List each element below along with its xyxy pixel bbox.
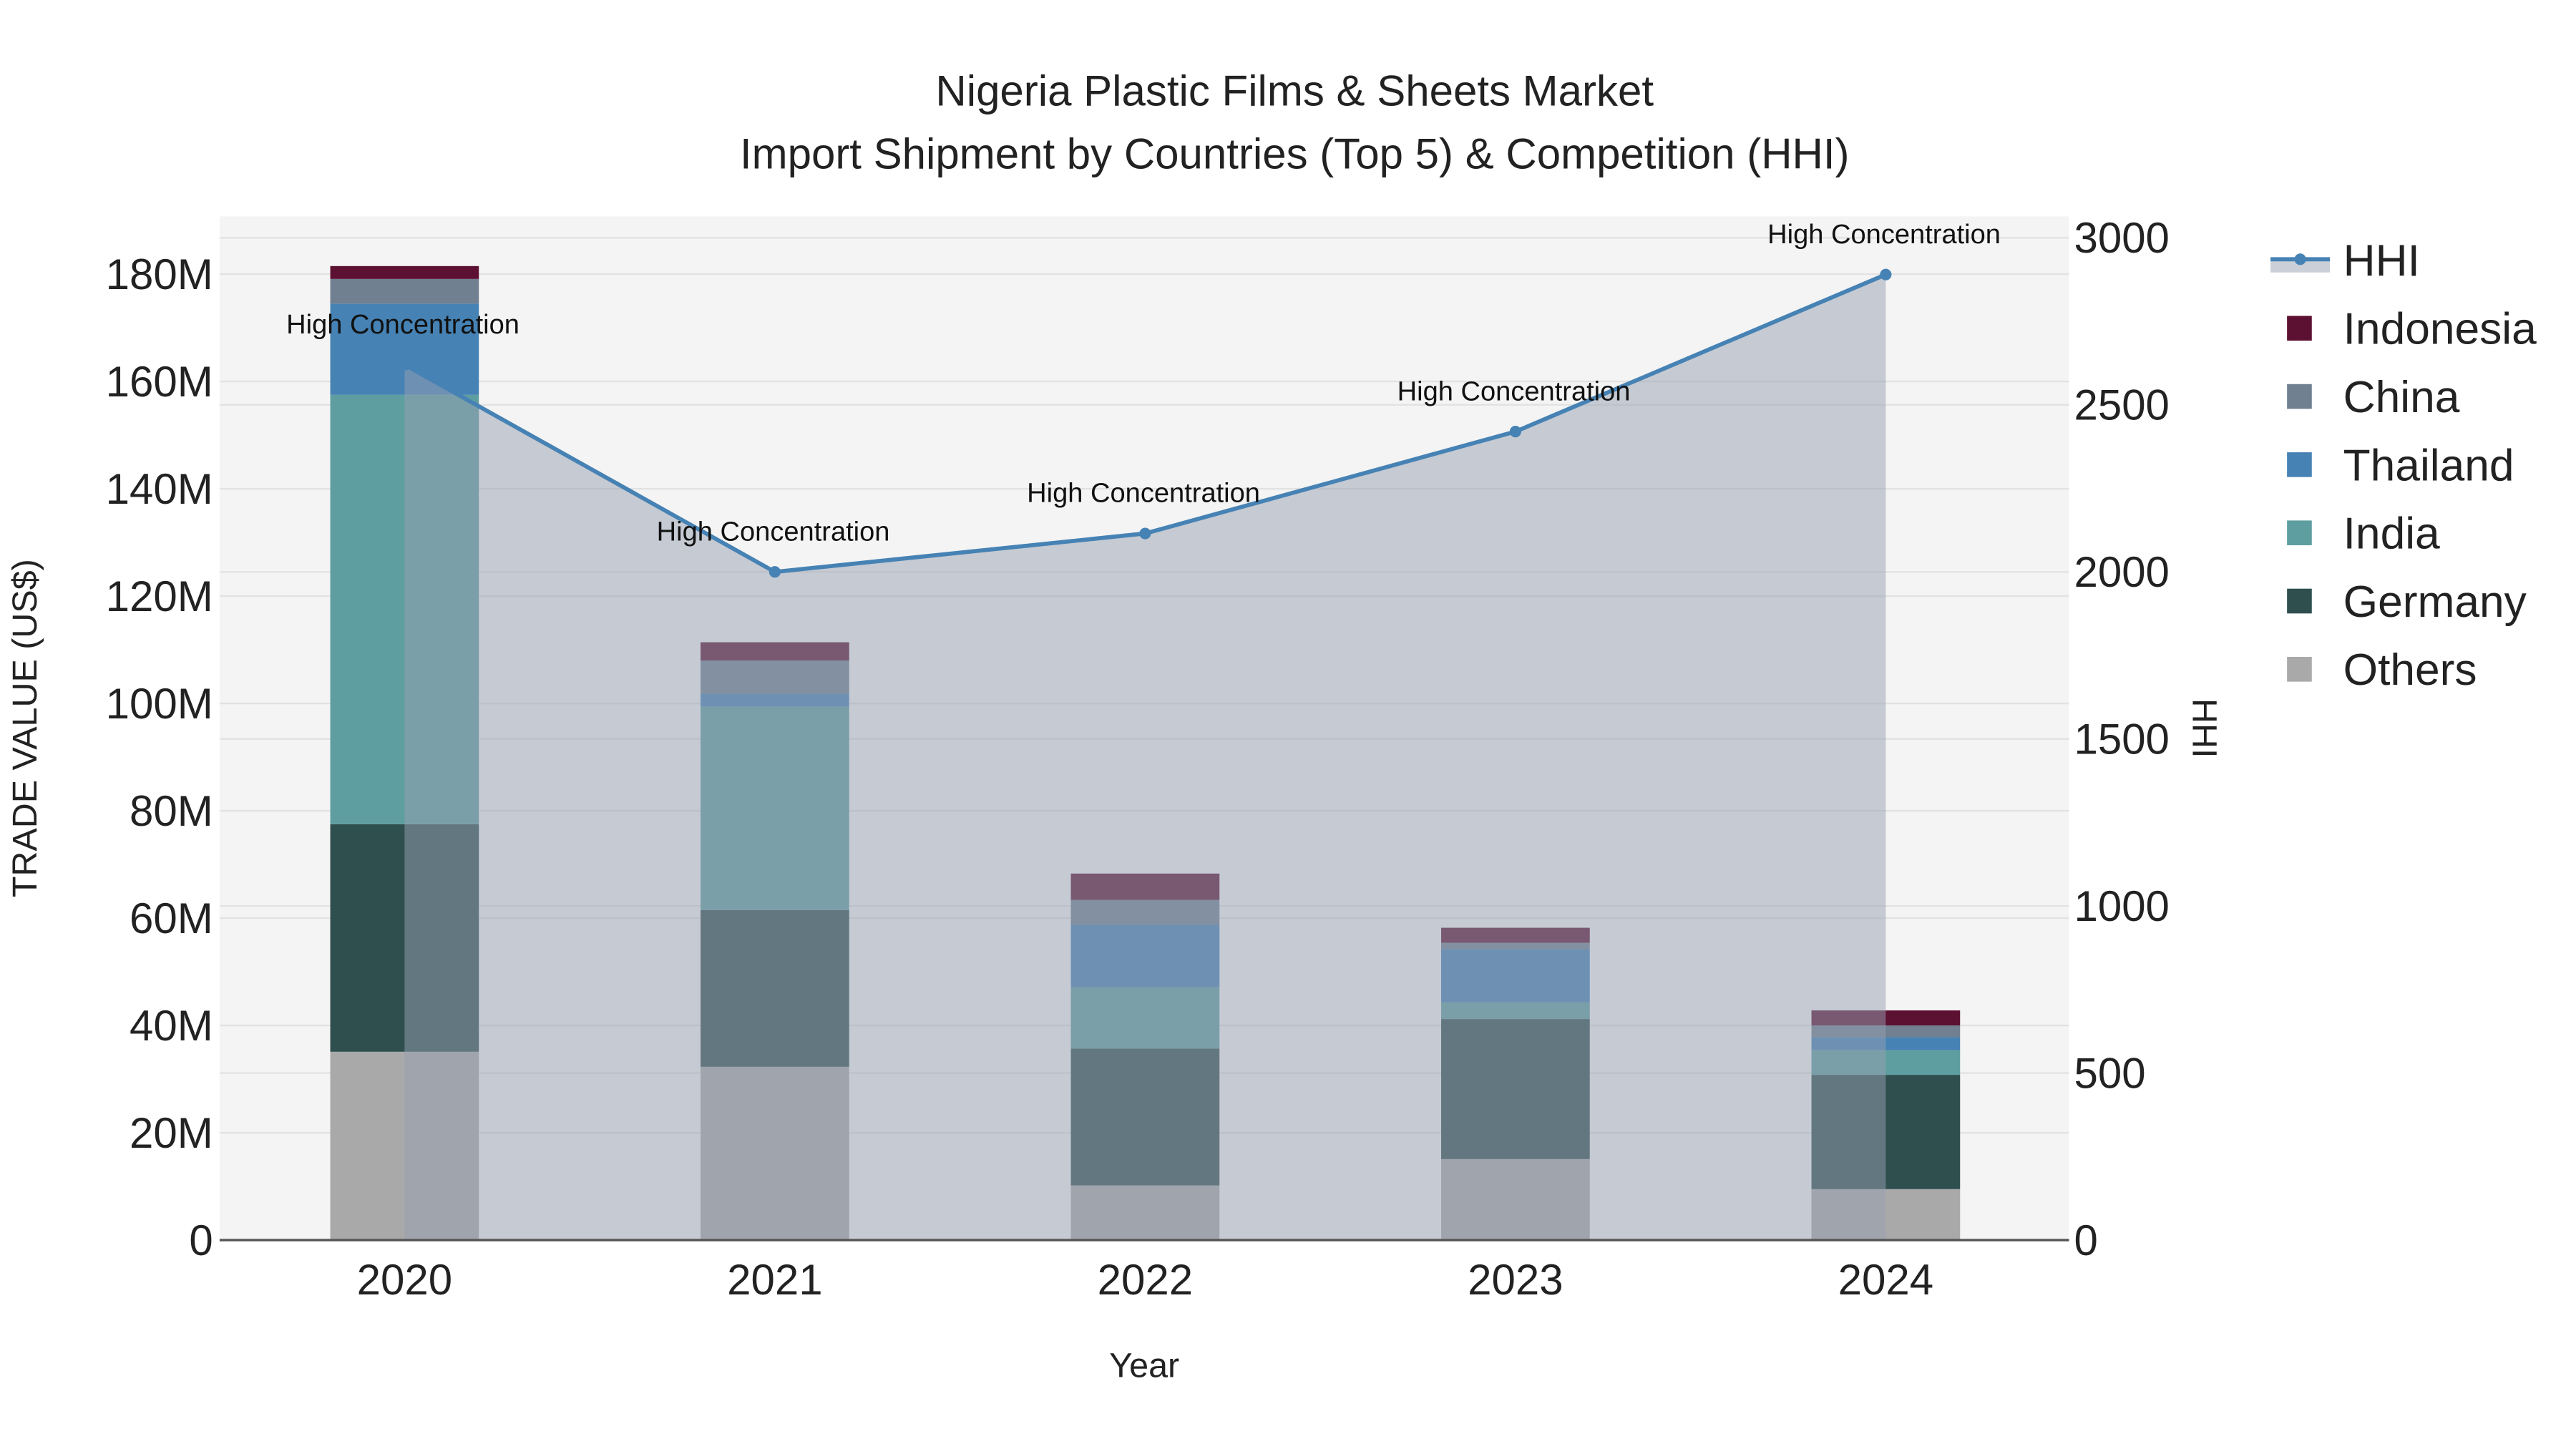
legend-swatch bbox=[2287, 657, 2312, 682]
y-tick-label: 160M bbox=[106, 358, 213, 406]
hhi-annotation: High Concentration bbox=[1027, 479, 1260, 509]
y-tick-label: 140M bbox=[106, 465, 213, 513]
chart-subtitle: Import Shipment by Countries (Top 5) & C… bbox=[740, 130, 1850, 177]
bar-china-2020 bbox=[330, 278, 479, 304]
x-tick-label: 2021 bbox=[727, 1256, 822, 1304]
y-tick-label: 180M bbox=[106, 250, 213, 298]
legend-swatch bbox=[2287, 316, 2312, 341]
y2-tick-label: 1500 bbox=[2074, 715, 2169, 763]
y2-tick-label: 2000 bbox=[2074, 548, 2169, 596]
x-tick-label: 2020 bbox=[357, 1256, 452, 1304]
hhi-point-2024 bbox=[1880, 268, 1892, 280]
hhi-annotation: High Concentration bbox=[657, 517, 890, 547]
legend-label: Indonesia bbox=[2343, 305, 2537, 354]
hhi-point-2023 bbox=[1509, 426, 1521, 438]
y-tick-label: 60M bbox=[130, 894, 213, 942]
y-tick-label: 0 bbox=[189, 1216, 213, 1264]
y-tick-label: 100M bbox=[106, 680, 213, 728]
chart: High Concentration High Concentration High… bbox=[0, 0, 2576, 1449]
y-tick-label: 20M bbox=[130, 1109, 213, 1157]
y2-axis-label: HHI bbox=[2185, 698, 2224, 758]
legend-label: India bbox=[2343, 509, 2440, 559]
x-tick-label: 2022 bbox=[1098, 1256, 1193, 1304]
y2-tick-label: 0 bbox=[2074, 1216, 2097, 1264]
legend-label: Germany bbox=[2343, 577, 2527, 627]
legend-marker-icon bbox=[2294, 253, 2306, 265]
hhi-annotation: High Concentration bbox=[1397, 376, 1631, 406]
y2-tick-label: 3000 bbox=[2074, 214, 2169, 262]
legend-swatch bbox=[2287, 588, 2312, 614]
y2-tick-label: 1000 bbox=[2074, 882, 2169, 930]
legend-swatch bbox=[2287, 520, 2312, 545]
legend-swatch bbox=[2287, 452, 2312, 477]
legend-label: China bbox=[2343, 373, 2460, 422]
y2-tick-label: 2500 bbox=[2074, 381, 2169, 429]
chart-title: Nigeria Plastic Films & Sheets Market bbox=[935, 67, 1654, 115]
x-axis-label: Year bbox=[1109, 1347, 1179, 1385]
legend-label: Others bbox=[2343, 645, 2477, 695]
hhi-annotation: High Concentration bbox=[286, 310, 519, 340]
hhi-annotation: High Concentration bbox=[1767, 220, 2001, 250]
hhi-point-2022 bbox=[1139, 527, 1151, 540]
y2-tick-label: 500 bbox=[2074, 1049, 2145, 1097]
legend-label: Thailand bbox=[2343, 441, 2514, 490]
y-tick-label: 40M bbox=[130, 1002, 213, 1050]
bar-indonesia-2020 bbox=[330, 265, 479, 279]
y-tick-label: 80M bbox=[130, 787, 213, 835]
y-tick-label: 120M bbox=[106, 572, 213, 620]
legend-label: HHI bbox=[2343, 236, 2420, 286]
legend-swatch bbox=[2287, 384, 2312, 409]
hhi-point-2021 bbox=[769, 566, 781, 578]
y-axis-label: TRADE VALUE (US$) bbox=[6, 559, 44, 897]
x-tick-label: 2023 bbox=[1468, 1256, 1563, 1304]
hhi-point-2020 bbox=[399, 358, 411, 371]
x-tick-label: 2024 bbox=[1838, 1256, 1933, 1304]
